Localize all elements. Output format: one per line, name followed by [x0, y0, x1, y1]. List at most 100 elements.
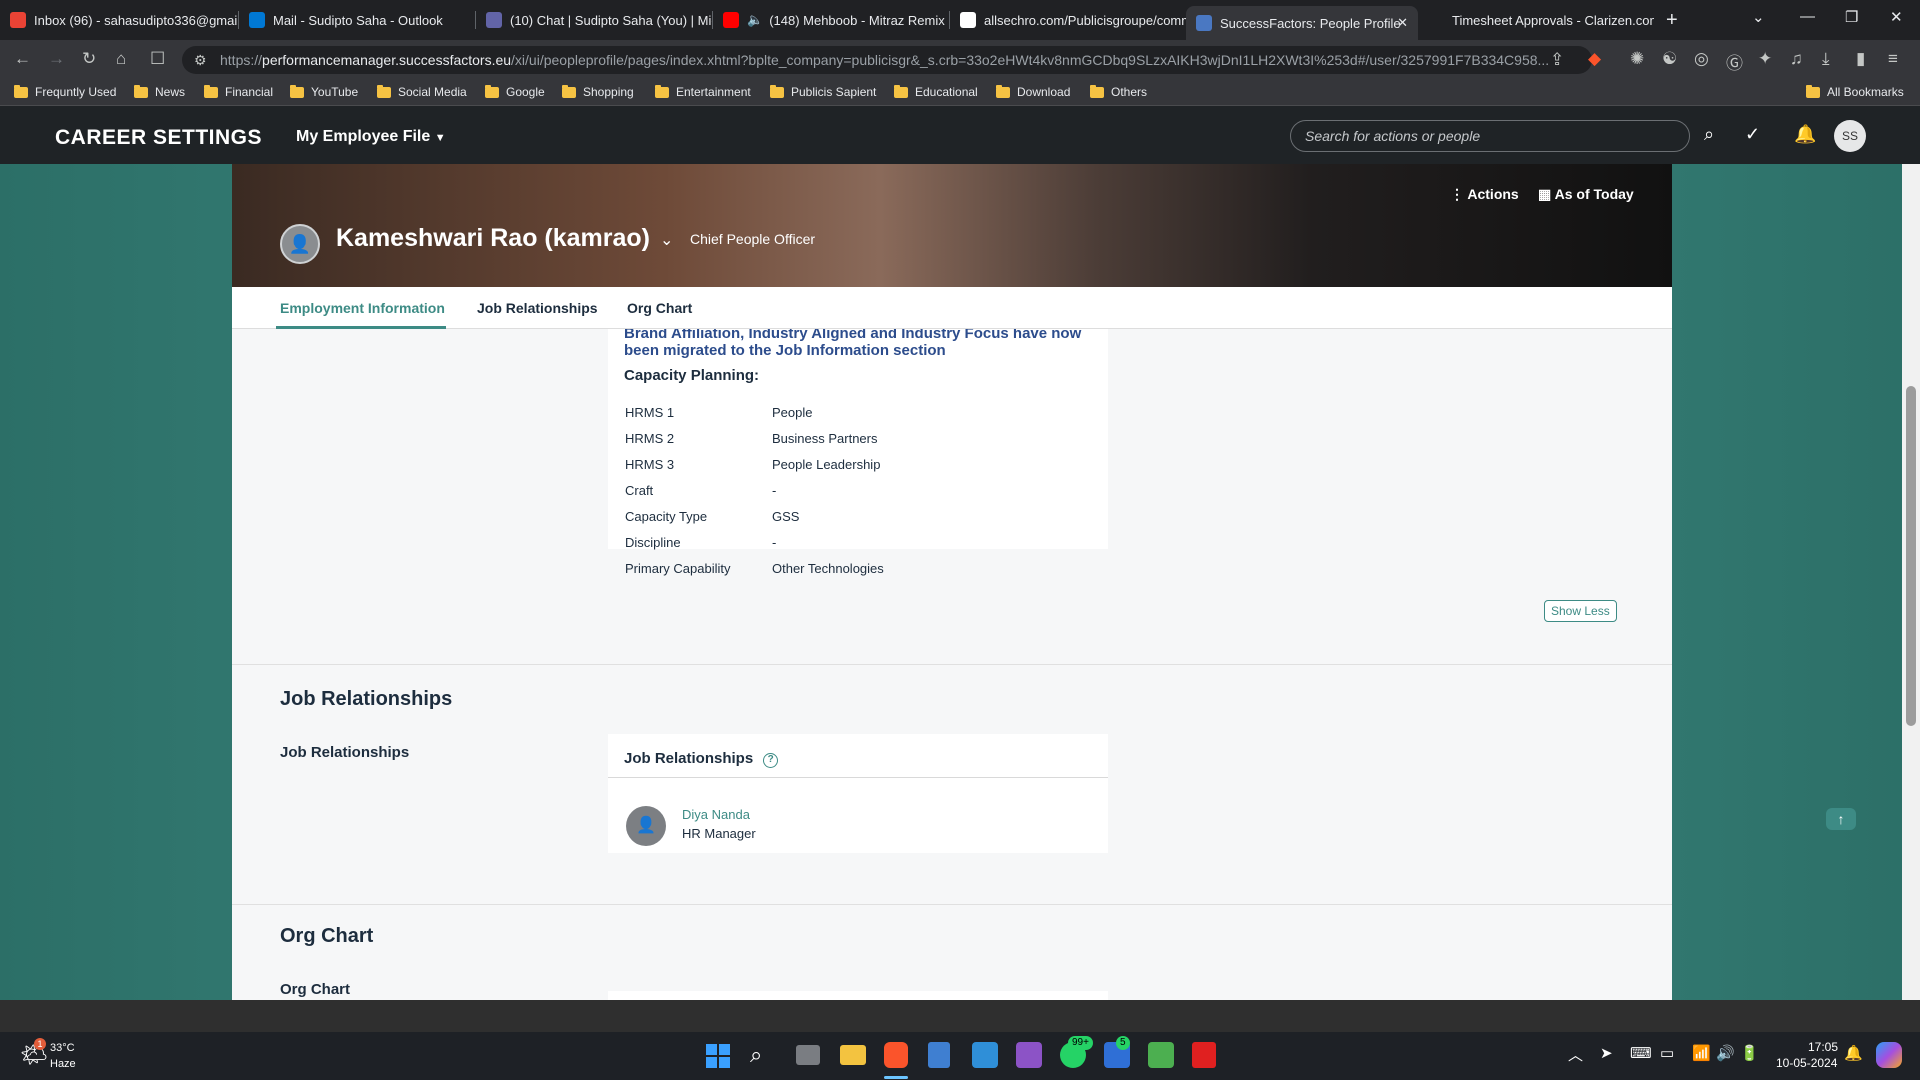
vscode-icon[interactable] [972, 1042, 998, 1068]
brave-shield-icon[interactable]: ◆ [1588, 49, 1601, 69]
bookmark-folder[interactable]: YouTube [290, 84, 358, 99]
copilot-icon[interactable] [1876, 1042, 1902, 1068]
extension-2-icon[interactable]: ☯ [1662, 49, 1677, 69]
bookmark-folder[interactable]: Financial [204, 84, 273, 99]
browser-tab-teams[interactable]: (10) Chat | Sudipto Saha (You) | Micr [476, 4, 712, 36]
bookmark-folder[interactable]: Shopping [562, 84, 634, 99]
close-tab-icon[interactable]: ✕ [1397, 15, 1408, 31]
taskbar-search-icon[interactable]: ⌕ [750, 1042, 762, 1068]
person-name-link[interactable]: Diya Nanda [682, 807, 750, 822]
my-employee-file-menu[interactable]: My Employee File ▼ [296, 128, 446, 146]
browser-tab-allsechro[interactable]: allsechro.com/Publicisgroupe/comm [950, 4, 1186, 36]
close-window-icon[interactable]: ✕ [1890, 8, 1903, 26]
tab-label: SuccessFactors: People Profile [1220, 15, 1401, 31]
actions-button[interactable]: ⋮ Actions [1450, 186, 1519, 203]
extension-3-icon[interactable]: ◎ [1694, 49, 1709, 69]
send-icon[interactable]: ➤ [1600, 1044, 1613, 1062]
sidebar-icon[interactable]: ▮ [1856, 49, 1865, 69]
forward-icon[interactable]: → [48, 49, 65, 69]
employee-title: Chief People Officer [690, 231, 816, 247]
volume-icon[interactable]: 🔊 [1716, 1044, 1735, 1062]
as-of-today-button[interactable]: ▦ As of Today [1538, 186, 1634, 203]
bookmark-folder[interactable]: News [134, 84, 185, 99]
search-icon[interactable]: ⌕ [1704, 124, 1714, 145]
share-icon[interactable]: ⇪ [1550, 50, 1564, 70]
section-divider [232, 904, 1672, 905]
site-info-icon[interactable]: ⚙ [194, 46, 207, 74]
bookmark-folder[interactable]: Google [485, 84, 545, 99]
task-view-icon[interactable] [796, 1045, 820, 1065]
bookmark-folder[interactable]: Publicis Sapient [770, 84, 876, 99]
user-avatar[interactable]: SS [1834, 120, 1866, 152]
folder-icon [290, 84, 304, 98]
notification-bell-icon[interactable]: 🔔 [1844, 1044, 1863, 1062]
notifications-bell-icon[interactable]: 🔔 [1794, 124, 1816, 145]
bookmark-folder[interactable]: Educational [894, 84, 978, 99]
grammarly-icon[interactable]: Ⓖ [1726, 49, 1743, 74]
visual-studio-icon[interactable] [1016, 1042, 1042, 1068]
back-icon[interactable]: ← [14, 49, 31, 69]
pdf-page-icon [960, 12, 976, 28]
clock-date[interactable]: 10-05-2024 [1776, 1056, 1837, 1070]
download-icon[interactable]: ⤓ [1822, 49, 1830, 69]
company-logo[interactable]: CAREER SETTINGS [55, 126, 262, 150]
weather-temp[interactable]: 33°C [50, 1042, 75, 1054]
home-icon[interactable]: ⌂ [116, 49, 126, 69]
bookmark-folder[interactable]: Social Media [377, 84, 467, 99]
all-bookmarks-folder[interactable]: All Bookmarks [1806, 84, 1904, 99]
battery-icon[interactable]: 🔋 [1740, 1044, 1759, 1062]
browser-tab-clarizen[interactable]: Timesheet Approvals - Clarizen.com [1418, 4, 1654, 36]
help-icon[interactable]: ? [763, 753, 779, 768]
browser-tab-successfactors[interactable]: SuccessFactors: People Profile ✕ [1186, 6, 1418, 40]
extensions-icon[interactable]: ✦ [1758, 49, 1772, 69]
keyboard-icon[interactable]: ⌨ [1630, 1044, 1652, 1062]
approvals-check-icon[interactable]: ✓ [1745, 124, 1760, 145]
reload-icon[interactable]: ↻ [82, 49, 96, 69]
scrollbar-thumb[interactable] [1906, 386, 1916, 726]
extension-1-icon[interactable]: ✺ [1630, 49, 1644, 69]
browser-tab-gmail[interactable]: Inbox (96) - sahasudipto336@gmail [0, 4, 238, 36]
tab-label: Mail - Sudipto Saha - Outlook [273, 12, 443, 28]
weather-desc[interactable]: Haze [50, 1058, 76, 1070]
bookmark-folder[interactable]: Download [996, 84, 1070, 99]
scroll-to-top-button[interactable]: ↑ [1826, 808, 1856, 830]
page-scrollbar[interactable] [1902, 164, 1920, 1000]
tab-job-relationships[interactable]: Job Relationships [477, 300, 598, 316]
remote-desktop-icon[interactable] [1148, 1042, 1174, 1068]
address-bar[interactable]: ⚙ https://performancemanager.successfacto… [182, 46, 1592, 74]
folder-icon [562, 84, 576, 98]
notepad-icon[interactable] [928, 1042, 950, 1068]
person-avatar[interactable]: 👤 [626, 806, 666, 846]
tab-label: (148) Mehboob - Mitraz Remix | [769, 12, 949, 28]
tab-employment-information[interactable]: Employment Information [280, 300, 445, 316]
show-less-button[interactable]: Show Less [1544, 600, 1617, 622]
clock-time[interactable]: 17:05 [1808, 1040, 1838, 1054]
chevron-down-icon[interactable]: ⌄ [660, 230, 673, 250]
acrobat-icon[interactable] [1192, 1042, 1216, 1068]
bookmark-icon[interactable]: ☐ [150, 49, 165, 69]
wifi-icon[interactable]: 📶 [1692, 1044, 1711, 1062]
brave-browser-icon[interactable] [884, 1042, 908, 1068]
bookmark-folder[interactable]: Others [1090, 84, 1147, 99]
clarizen-icon [1428, 12, 1444, 28]
file-explorer-icon[interactable] [840, 1045, 866, 1065]
as-of-label: As of Today [1554, 186, 1634, 202]
browser-tab-youtube[interactable]: 🔈 (148) Mehboob - Mitraz Remix | [713, 4, 949, 36]
tab-search-chevron-icon[interactable]: ⌄ [1752, 8, 1765, 26]
browser-tab-outlook[interactable]: Mail - Sudipto Saha - Outlook [239, 4, 475, 36]
menu-icon[interactable]: ≡ [1888, 49, 1898, 69]
display-icon[interactable]: ▭ [1660, 1044, 1674, 1062]
bookmark-folder[interactable]: Frequntly Used [14, 84, 116, 99]
new-tab-icon[interactable]: + [1666, 9, 1678, 32]
minimize-icon[interactable]: — [1800, 8, 1815, 25]
restore-icon[interactable]: ❐ [1845, 8, 1858, 26]
teams-icon [486, 12, 502, 28]
menu-label: My Employee File [296, 128, 431, 145]
search-input[interactable]: Search for actions or people [1290, 120, 1690, 152]
active-app-indicator [884, 1076, 908, 1079]
tab-org-chart[interactable]: Org Chart [627, 300, 692, 316]
show-hidden-icons-icon[interactable]: ︿ [1568, 1044, 1583, 1065]
media-icon[interactable]: ♫ [1790, 49, 1803, 69]
windows-start-icon[interactable] [706, 1044, 730, 1068]
bookmark-folder[interactable]: Entertainment [655, 84, 751, 99]
